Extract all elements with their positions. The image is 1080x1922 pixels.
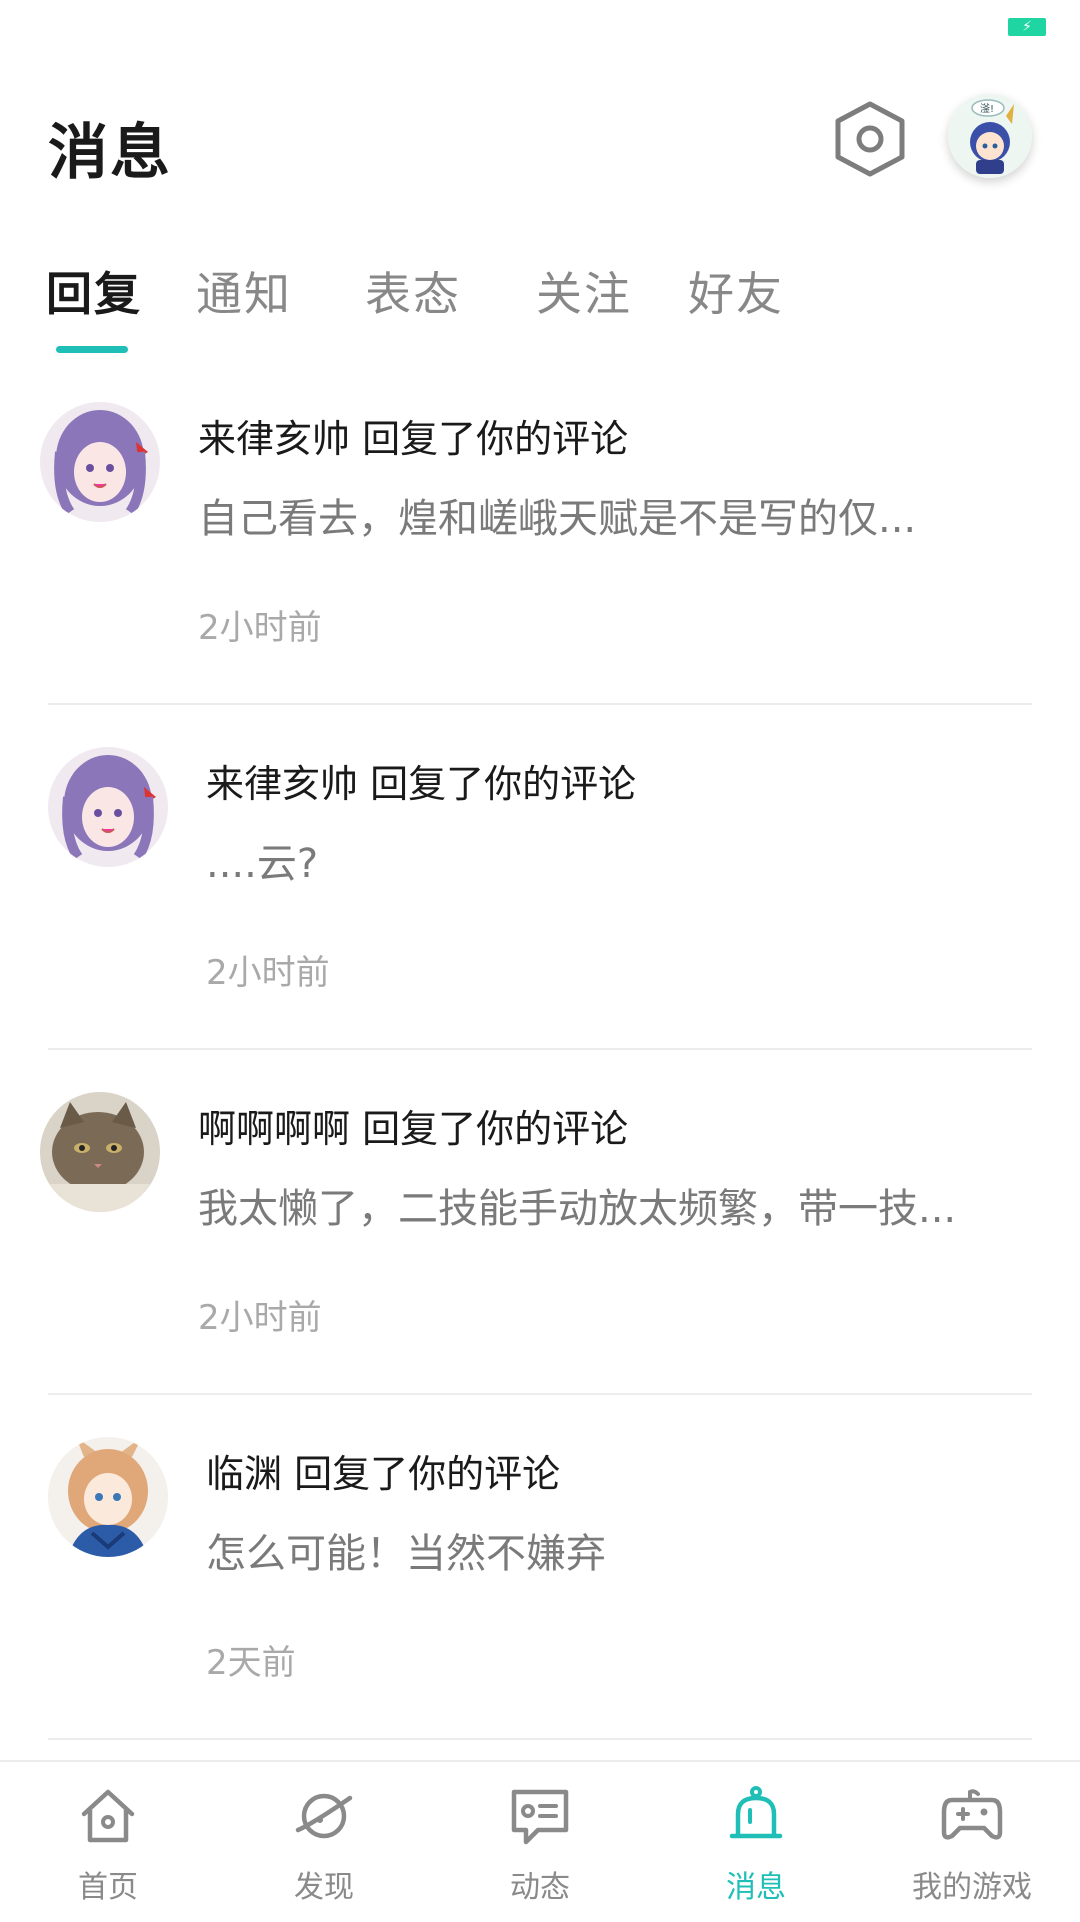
gamepad-icon: [941, 1789, 1003, 1840]
user-avatar[interactable]: 滏!: [948, 94, 1032, 178]
settings-hexagon-icon[interactable]: [834, 100, 906, 178]
message-tabs: 回复 通知 表态 关注 好友: [0, 250, 1080, 360]
avatar[interactable]: [48, 1437, 168, 1557]
nav-my-games[interactable]: 我的游戏: [864, 1762, 1080, 1922]
nav-feed[interactable]: 动态: [432, 1762, 648, 1922]
home-icon: [81, 1789, 135, 1843]
list-item[interactable]: 来律亥帅 回复了你的评论 自己看去，煌和嵯峨天赋是不是写的仅... 2小时前: [0, 360, 1080, 705]
message-title: 来律亥帅 回复了你的评论: [206, 762, 637, 806]
message-time: 2小时前: [206, 953, 330, 993]
tab-friends[interactable]: 好友: [688, 258, 784, 324]
avatar[interactable]: [40, 1092, 160, 1212]
avatar[interactable]: [48, 747, 168, 867]
tab-follow[interactable]: 关注: [536, 258, 632, 324]
nav-discover[interactable]: 发现: [216, 1762, 432, 1922]
message-time: 2天前: [206, 1643, 296, 1683]
message-preview: ....云?: [206, 841, 319, 887]
bottom-navigation: 首页 发现 动态 消息 我的游戏: [0, 1760, 1080, 1922]
message-preview: 我太懒了，二技能手动放太频繁，带一技...: [198, 1186, 957, 1232]
avatar-badge-text: 滏!: [980, 103, 994, 115]
message-title: 啊啊啊啊 回复了你的评论: [198, 1107, 629, 1151]
message-preview: 怎么可能！当然不嫌弃: [206, 1531, 606, 1577]
message-title: 来律亥帅 回复了你的评论: [198, 417, 629, 461]
message-time: 2小时前: [198, 1298, 322, 1338]
active-tab-indicator: [56, 346, 128, 353]
list-item[interactable]: 临渊 回复了你的评论 怎么可能！当然不嫌弃 2天前: [0, 1395, 1080, 1740]
tab-reaction[interactable]: 表态: [365, 258, 461, 324]
bell-icon: [729, 1786, 783, 1839]
message-preview: 自己看去，煌和嵯峨天赋是不是写的仅...: [198, 496, 917, 542]
nav-label: 首页: [78, 1870, 138, 1905]
planet-icon: [295, 1793, 353, 1839]
battery-charging-icon: ⚡: [1008, 18, 1046, 36]
feed-chat-icon: [511, 1789, 569, 1845]
tab-notification[interactable]: 通知: [196, 258, 292, 324]
nav-label: 我的游戏: [912, 1870, 1032, 1905]
message-time: 2小时前: [198, 608, 322, 648]
nav-home[interactable]: 首页: [0, 1762, 216, 1922]
nav-label: 动态: [510, 1870, 570, 1905]
page-title: 消息: [48, 118, 172, 188]
avatar[interactable]: [40, 402, 160, 522]
nav-label: 消息: [726, 1870, 786, 1905]
list-item[interactable]: 来律亥帅 回复了你的评论 ....云? 2小时前: [0, 705, 1080, 1050]
nav-messages[interactable]: 消息: [648, 1762, 864, 1922]
list-item[interactable]: 啊啊啊啊 回复了你的评论 我太懒了，二技能手动放太频繁，带一技... 2小时前: [0, 1050, 1080, 1395]
tab-reply[interactable]: 回复: [46, 258, 142, 324]
nav-label: 发现: [294, 1870, 354, 1905]
message-list: 来律亥帅 回复了你的评论 自己看去，煌和嵯峨天赋是不是写的仅... 2小时前 来…: [0, 360, 1080, 1740]
message-title: 临渊 回复了你的评论: [206, 1452, 561, 1496]
header: 消息 滏!: [0, 80, 1080, 200]
divider: [48, 1738, 1032, 1740]
status-bar: ⚡: [0, 0, 1080, 60]
